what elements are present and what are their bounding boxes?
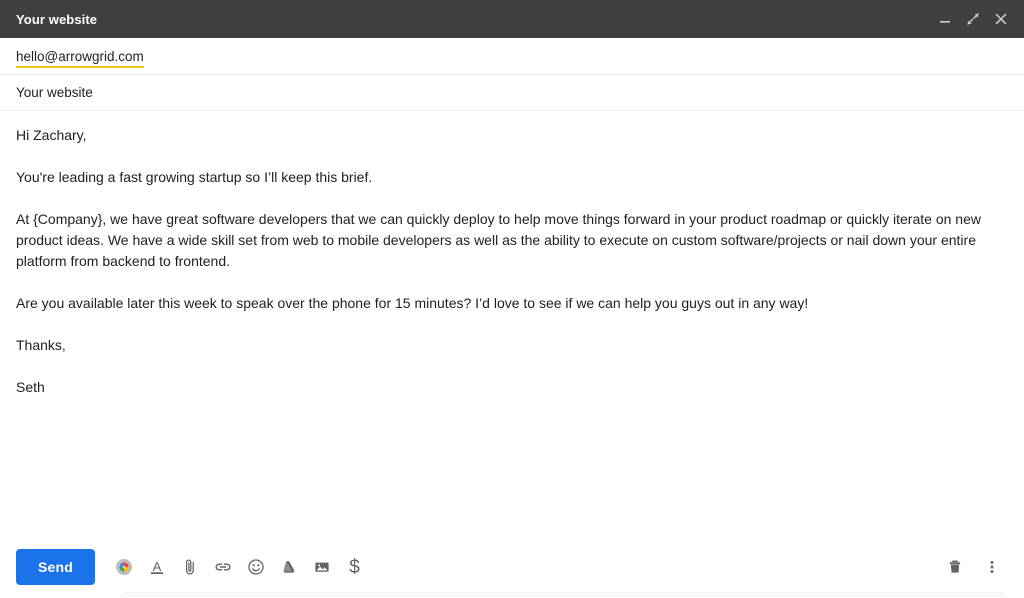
compose-toolbar: Send A $ — [0, 536, 1024, 598]
insert-money-glyph: $ — [349, 556, 360, 578]
insert-emoji-icon[interactable] — [239, 551, 272, 584]
minimize-icon[interactable] — [932, 6, 958, 32]
close-icon[interactable] — [988, 6, 1014, 32]
compose-title-bar[interactable]: Your website — [0, 0, 1024, 38]
body-paragraph: Hi Zachary, — [16, 127, 87, 143]
email-body[interactable]: Hi Zachary, You're leading a fast growin… — [0, 111, 1024, 536]
to-recipient-value[interactable]: hello@arrowgrid.com — [16, 49, 144, 68]
attach-file-icon[interactable] — [173, 551, 206, 584]
subject-value[interactable]: Your website — [16, 85, 93, 101]
insert-photo-icon[interactable] — [305, 551, 338, 584]
body-paragraph: Seth — [16, 379, 45, 395]
body-paragraph: You're leading a fast growing startup so… — [16, 169, 373, 185]
more-options-icon[interactable] — [975, 551, 1008, 584]
addon-icon[interactable] — [107, 551, 140, 584]
subject-field-row[interactable]: Your website — [0, 75, 1024, 111]
insert-drive-icon[interactable] — [272, 551, 305, 584]
window-bottom-shadow — [120, 592, 1006, 598]
pop-out-icon[interactable] — [960, 6, 986, 32]
insert-link-icon[interactable] — [206, 551, 239, 584]
window-controls — [932, 6, 1014, 32]
svg-text:A: A — [152, 559, 161, 574]
toolbar-icon-group: A $ — [107, 551, 371, 584]
toolbar-right-group — [938, 551, 1008, 584]
insert-money-icon[interactable]: $ — [338, 551, 371, 584]
compose-window: Your website hello@arrowgrid.com Your we… — [0, 0, 1024, 598]
send-button[interactable]: Send — [16, 549, 96, 585]
formatting-options-icon[interactable]: A — [140, 551, 173, 584]
compose-window-title: Your website — [16, 11, 98, 27]
body-paragraph: Thanks, — [16, 337, 66, 353]
body-paragraph: At {Company}, we have great software dev… — [16, 211, 981, 269]
body-paragraph: Are you available later this week to spe… — [16, 295, 809, 311]
discard-draft-icon[interactable] — [938, 551, 971, 584]
to-field-row[interactable]: hello@arrowgrid.com — [0, 38, 1024, 75]
